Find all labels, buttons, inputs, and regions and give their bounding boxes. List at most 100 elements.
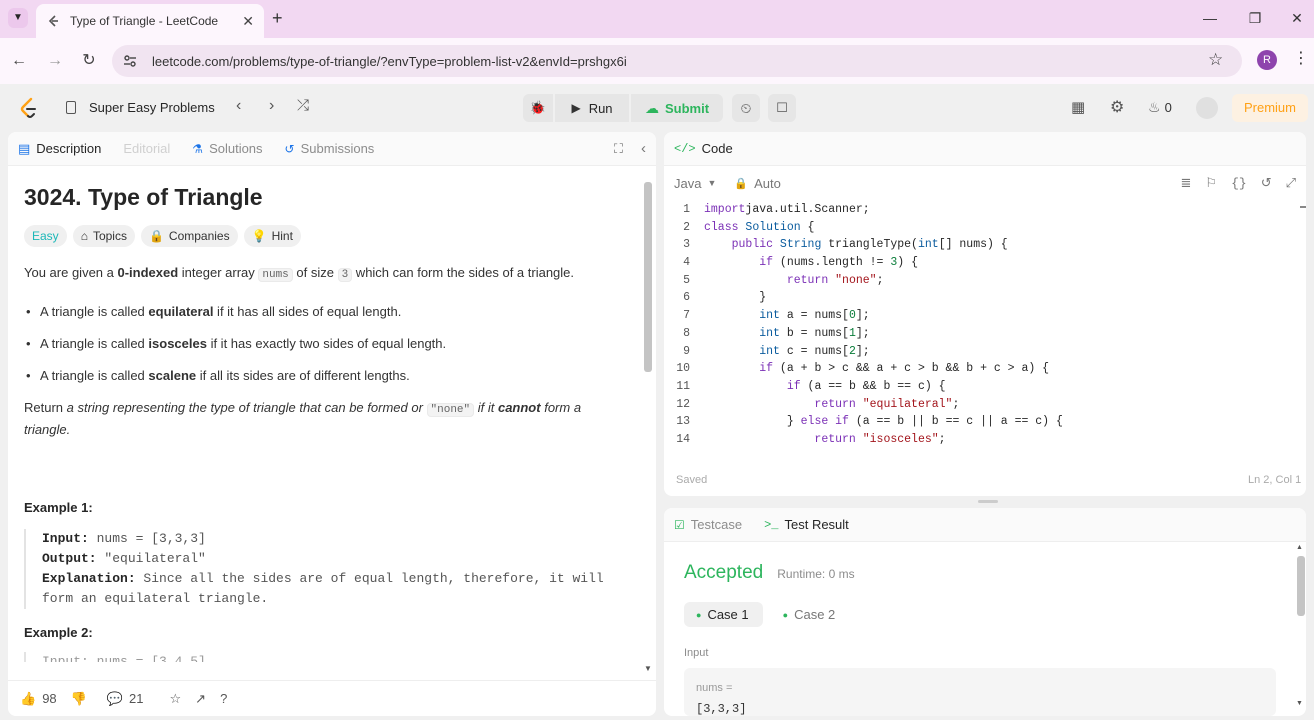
- prev-problem-icon[interactable]: ‹: [236, 97, 241, 115]
- scroll-down-arrow[interactable]: ▼: [644, 664, 652, 673]
- braces-icon[interactable]: {}: [1231, 176, 1247, 191]
- case-1-tab[interactable]: ● Case 1: [684, 602, 763, 627]
- tab-test-result[interactable]: >_ Test Result: [764, 517, 849, 532]
- tab-close-icon[interactable]: ✕: [242, 13, 254, 30]
- code-text: int b = nums[1];: [759, 326, 870, 340]
- restore-icon[interactable]: ❐: [1245, 8, 1265, 28]
- share-icon[interactable]: ↗: [195, 691, 206, 707]
- tab-submissions[interactable]: ↺ Submissions: [285, 141, 375, 156]
- notes-icon[interactable]: ☐: [768, 94, 796, 122]
- browser-menu-icon[interactable]: ⋮: [1293, 48, 1309, 68]
- code-line[interactable]: 11 if (a == b && b == c) {: [664, 380, 1294, 398]
- example-1-title: Example 1:: [24, 500, 93, 515]
- bullet-text: if it has exactly two sides of equal len…: [206, 336, 447, 351]
- run-button[interactable]: ▶ Run: [555, 94, 629, 122]
- description-content: 3024. Type of Triangle Easy ⌂ Topics 🔒 Com…: [24, 184, 614, 662]
- code-line[interactable]: 13 } else if (a == b || b == c || a == c…: [664, 415, 1294, 433]
- code-line[interactable]: 7 int a = nums[0];: [664, 309, 1294, 327]
- forward-icon[interactable]: →: [44, 50, 66, 72]
- favorite-star-icon[interactable]: ☆: [170, 691, 182, 707]
- close-window-icon[interactable]: ✕: [1287, 8, 1307, 28]
- tab-solutions[interactable]: ⚗ Solutions: [192, 141, 262, 156]
- code-line[interactable]: 1 importjava.util.Scanner;: [664, 203, 1294, 221]
- bullet-text: A triangle is called: [40, 368, 149, 383]
- result-scrollbar[interactable]: [1297, 556, 1305, 616]
- fullscreen-icon[interactable]: ⛶: [614, 141, 623, 157]
- code-line[interactable]: 2 class Solution {: [664, 221, 1294, 239]
- bug-icon: 🐞: [529, 100, 547, 115]
- code-line[interactable]: 12 return "equilateral";: [664, 398, 1294, 416]
- result-scroll-up-arrow[interactable]: ▲: [1296, 544, 1303, 551]
- code-line[interactable]: 5 return "none";: [664, 274, 1294, 292]
- reset-icon[interactable]: ↺: [1261, 175, 1272, 191]
- topics-button[interactable]: ⌂ Topics: [72, 225, 135, 247]
- tab-description[interactable]: ▤ Description: [18, 141, 101, 157]
- site-info-icon[interactable]: [122, 53, 138, 69]
- shuffle-icon[interactable]: ⤮: [297, 97, 309, 114]
- tab-editorial[interactable]: Editorial: [123, 141, 170, 156]
- auto-mode-toggle[interactable]: 🔒 Auto: [734, 176, 780, 191]
- tab-code[interactable]: </> Code: [674, 141, 733, 156]
- vertical-resize-handle[interactable]: [978, 500, 998, 503]
- companies-button[interactable]: 🔒 Companies: [140, 225, 238, 247]
- next-problem-icon[interactable]: ›: [269, 97, 274, 115]
- tab-test-result-label: Test Result: [784, 517, 849, 532]
- streak-counter[interactable]: ♨ 0: [1148, 99, 1172, 116]
- settings-gear-icon[interactable]: ⚙: [1110, 97, 1124, 117]
- code-line[interactable]: 10 if (a + b > c && a + c > b && b + c >…: [664, 362, 1294, 380]
- reload-icon[interactable]: ↻: [78, 50, 100, 72]
- new-tab-button[interactable]: +: [272, 8, 283, 29]
- code-line[interactable]: 3 public String triangleType(int[] nums)…: [664, 238, 1294, 256]
- case-2-tab[interactable]: ● Case 2: [771, 602, 848, 627]
- bookmark-star-icon[interactable]: ☆: [1208, 50, 1223, 70]
- back-icon[interactable]: ←: [8, 50, 30, 72]
- profile-avatar[interactable]: R: [1257, 50, 1277, 70]
- return-text-3: if it: [474, 400, 498, 415]
- auto-label: Auto: [754, 175, 781, 191]
- run-label: Run: [588, 100, 613, 116]
- layout-icon[interactable]: ▦: [1071, 98, 1085, 116]
- list-item: A triangle is called isosceles if it has…: [24, 334, 614, 354]
- browser-tab[interactable]: Type of Triangle - LeetCode ✕: [36, 4, 264, 38]
- minimize-icon[interactable]: —: [1200, 8, 1220, 28]
- url-field[interactable]: leetcode.com/problems/type-of-triangle/?…: [112, 45, 1242, 77]
- chevron-down-icon: ▼: [707, 178, 717, 188]
- debug-button[interactable]: 🐞: [523, 94, 553, 122]
- line-number: 13: [676, 415, 690, 429]
- help-icon[interactable]: ?: [220, 691, 227, 706]
- format-icon[interactable]: ≣: [1181, 175, 1192, 191]
- comments-button[interactable]: 💬 21: [107, 691, 144, 707]
- line-number: 12: [676, 397, 690, 411]
- language-select[interactable]: Java ▼: [674, 176, 716, 191]
- code-editor[interactable]: 1 importjava.util.Scanner; 2 class Solution…: [664, 203, 1294, 455]
- tab-title: Type of Triangle - LeetCode: [70, 14, 219, 28]
- result-scroll-down-arrow[interactable]: ▼: [1296, 700, 1303, 707]
- tab-list-dropdown[interactable]: ▼: [8, 8, 28, 28]
- user-avatar-icon[interactable]: [1196, 97, 1218, 119]
- code-line[interactable]: 6 }: [664, 291, 1294, 309]
- submit-button[interactable]: ☁ Submit: [631, 94, 723, 122]
- problem-list-title[interactable]: Super Easy Problems: [89, 100, 215, 115]
- hint-button[interactable]: 💡 Hint: [243, 225, 301, 247]
- input-value: nums = [3,3,3]: [88, 531, 206, 546]
- leetcode-logo-icon[interactable]: [20, 97, 38, 119]
- code-text: return "none";: [786, 273, 884, 287]
- thumbs-down-icon[interactable]: 👎: [71, 691, 87, 707]
- code-line[interactable]: 8 int b = nums[1];: [664, 327, 1294, 345]
- bookmark-icon[interactable]: ⚐: [1205, 175, 1217, 191]
- output-value: "equilateral": [96, 551, 206, 566]
- code-line[interactable]: 9 int c = nums[2];: [664, 345, 1294, 363]
- editor-toolbar: Java ▼ 🔒 Auto ≣ ⚐ {} ↺ ⤢: [664, 166, 1306, 200]
- triangle-type-list: A triangle is called equilateral if it h…: [24, 302, 614, 386]
- timer-icon[interactable]: ⏲: [732, 94, 760, 122]
- bullet-text: A triangle is called: [40, 336, 149, 351]
- example-2-title: Example 2:: [24, 625, 93, 640]
- description-scrollbar[interactable]: [644, 182, 652, 372]
- collapse-panel-icon[interactable]: ‹: [641, 140, 646, 157]
- tab-testcase[interactable]: ☑ Testcase: [674, 517, 742, 532]
- code-line[interactable]: 14 return "isosceles";: [664, 433, 1294, 451]
- premium-button[interactable]: Premium: [1232, 94, 1308, 122]
- expand-icon[interactable]: ⤢: [1286, 175, 1296, 191]
- like-button[interactable]: 👍 98: [20, 691, 57, 707]
- code-line[interactable]: 4 if (nums.length != 3) {: [664, 256, 1294, 274]
